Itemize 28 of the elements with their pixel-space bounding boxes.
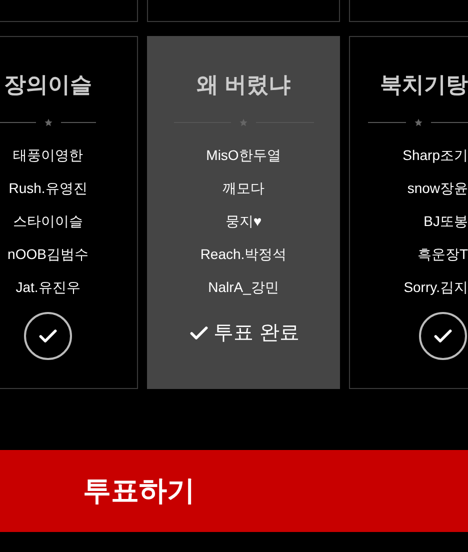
team-title: 장의이슬 <box>4 71 92 99</box>
member-name: Rush.유영진 <box>8 179 88 198</box>
team-card[interactable]: 왜 버렸냐 MisO한두열 깨모다 뭉지♥ Reach.박정석 NalrA_강민 투표 완료 <box>147 36 340 389</box>
team-card[interactable]: 장의이슬 태풍이영한 Rush.유영진 스타이이슬 nOOB김범수 Jat.유진우 <box>0 36 138 389</box>
member-name: MisO한두열 <box>206 146 281 165</box>
team-title: 왜 버렸냐 <box>196 71 291 99</box>
member-name: 태풍이영한 <box>13 146 83 165</box>
member-name: Reach.박정석 <box>200 245 287 264</box>
member-name: nOOB김범수 <box>8 245 88 264</box>
member-name: Jat.유진우 <box>16 278 80 297</box>
member-name: BJ또봉 <box>424 212 468 231</box>
star-icon <box>414 118 422 127</box>
vote-check-button[interactable] <box>24 312 72 360</box>
member-name: Sharp조기 <box>402 146 468 165</box>
vote-check-button[interactable] <box>419 312 467 360</box>
member-name: Sorry.김지 <box>404 278 468 297</box>
member-name: 흑운장T <box>417 245 468 264</box>
member-name: snow장윤 <box>407 179 468 198</box>
star-icon <box>239 118 248 127</box>
star-icon <box>44 118 52 127</box>
team-title: 북치기탕 <box>380 71 468 99</box>
member-name: 깨모다 <box>222 179 264 198</box>
vote-complete-text: 투표 완료 <box>214 321 300 346</box>
vote-button[interactable]: 투표하기 <box>0 450 468 532</box>
member-name: 스타이이슬 <box>13 212 83 231</box>
team-card[interactable]: 북치기탕 Sharp조기 snow장윤 BJ또봉 흑운장T Sorry.김지 <box>349 36 468 389</box>
member-name: 뭉지♥ <box>225 212 262 231</box>
member-name: NalrA_강민 <box>208 278 279 297</box>
